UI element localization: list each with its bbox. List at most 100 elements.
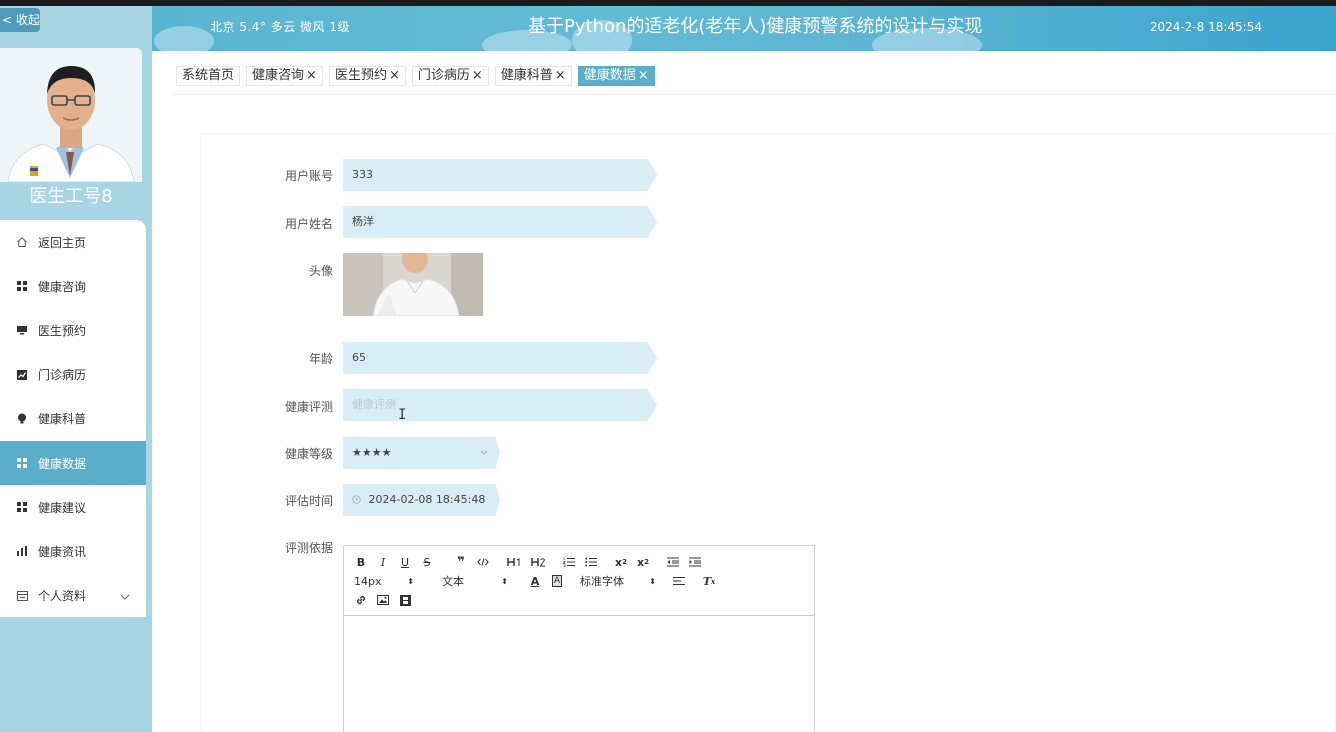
font-family-select[interactable]: 标准字体 ⬍ [580,573,656,589]
doctor-name: 医生工号8 [29,186,113,207]
image-icon[interactable] [376,592,390,608]
heading2-icon[interactable] [530,554,546,570]
sidebar-item-label: 返回主页 [38,235,87,250]
level-select[interactable]: ★★★★ [343,437,500,469]
eval-time-picker[interactable]: 2024-02-08 18:45:48 [343,484,500,516]
current-datetime: 2024-2-8 18:45:54 [1149,20,1262,34]
sidebar-menu: 返回主页 健康咨询 医生预约 门诊病历 健康科普 健康数据 健康建议 健康资讯 … [0,220,146,617]
eval-time-label: 评估时间 [284,494,333,508]
link-icon[interactable] [354,592,368,608]
font-family-value: 标准字体 [580,575,624,588]
basis-label: 评测依据 [284,541,333,555]
background-color-icon[interactable]: A [550,573,564,589]
sidebar-item-label: 健康咨询 [38,279,87,294]
chevron-down-icon [120,589,130,603]
tab-health-consult[interactable]: 健康咨询 × [246,66,323,86]
strike-icon[interactable]: S [420,554,434,570]
close-icon[interactable]: × [472,68,483,83]
sidebar-item-health-news[interactable]: 健康资讯 [0,529,146,573]
toolbar-row-1: B I U S ❞ x2 x 2 [354,554,702,570]
account-field[interactable]: 333 [343,159,657,191]
health-data-form: 用户账号 333 用户姓名 杨洋 头像 年龄 65 健康评测 健康评测 健康等级… [200,133,1336,732]
sidebar-item-health-data[interactable]: 健康数据 [0,440,146,486]
grid-icon [16,457,28,469]
editor-toolbar: B I U S ❞ x2 x 2 14px ⬍ 文本 ⬍ A A 标准字体 ⬍ … [344,546,814,616]
sidebar-item-home[interactable]: 返回主页 [0,220,146,264]
editor-content-area[interactable] [344,616,814,732]
chart-icon [16,369,28,381]
sidebar-item-label: 健康科普 [38,412,87,427]
underline-icon[interactable]: U [398,554,412,570]
user-photo[interactable] [343,253,483,316]
system-title: 基于Python的适老化(老年人)健康预警系统的设计与实现 [528,16,983,37]
rich-text-editor: B I U S ❞ x2 x 2 14px ⬍ 文本 ⬍ A A 标准字体 ⬍ … [343,545,815,732]
name-field[interactable]: 杨洋 [343,206,657,238]
superscript-icon[interactable]: x2 [636,554,650,570]
tab-label: 系统首页 [182,68,235,83]
sidebar-item-profile[interactable]: 个人资料 [0,574,146,618]
monitor-icon [16,324,28,336]
italic-icon[interactable]: I [376,554,390,570]
block-type-select[interactable]: 文本 ⬍ [442,573,508,589]
age-field[interactable]: 65 [343,342,657,374]
code-icon[interactable] [476,554,490,570]
font-size-select[interactable]: 14px ⬍ [354,573,414,589]
doctor-portrait-image [0,48,142,182]
sidebar-item-doctor-appointment[interactable]: 医生预约 [0,308,146,352]
block-type-value: 文本 [442,575,464,588]
close-icon[interactable]: × [306,68,317,83]
clear-format-icon[interactable]: Tx [702,573,716,589]
doctor-avatar [0,48,142,182]
sidebar-item-health-consult[interactable]: 健康咨询 [0,264,146,308]
close-icon[interactable]: × [638,68,649,83]
ordered-list-icon[interactable] [562,554,576,570]
level-label: 健康等级 [284,447,333,461]
user-photo-image [343,253,483,316]
tab-outpatient-records[interactable]: 门诊病历 × [411,66,489,86]
subscript-icon[interactable]: x2 [614,554,628,570]
chevron-down-icon [480,437,488,469]
tab-health-science[interactable]: 健康科普 × [494,66,572,86]
toolbar-row-3 [354,592,412,608]
weather-info: 北京 5.4° 多云 微风 1级 [210,20,350,34]
tab-home[interactable]: 系统首页 [176,66,241,86]
tab-label: 健康数据 [583,68,636,83]
quote-icon[interactable]: ❞ [454,554,468,570]
clock-icon [352,485,361,516]
top-header: 北京 5.4° 多云 微风 1级 基于Python的适老化(老年人)健康预警系统… [152,6,1336,51]
updown-icon: ⬍ [649,576,656,586]
account-label: 用户账号 [284,169,333,183]
collapse-sidebar-button[interactable]: < 收起 [0,8,40,32]
sidebar: < 收起 医生工号8 返回主页 健康咨询 医生预约 门诊病历 健康科普 健康数据… [0,6,152,732]
heading1-icon[interactable] [506,554,522,570]
tab-divider [172,94,1336,95]
assessment-label: 健康评测 [284,400,333,414]
align-left-icon[interactable] [672,573,686,589]
updown-icon: ⬍ [407,576,414,586]
cloud-decoration [154,26,214,51]
tab-label: 健康科普 [500,68,553,83]
font-size-value: 14px [354,574,382,588]
age-label: 年龄 [308,352,333,366]
indent-icon[interactable] [688,554,702,570]
assessment-field[interactable]: 健康评测 [343,389,657,421]
sidebar-item-label: 个人资料 [38,589,87,604]
sidebar-item-label: 医生预约 [38,323,87,338]
bullet-list-icon[interactable] [584,554,598,570]
eval-time-value: 2024-02-08 18:45:48 [368,493,486,506]
bold-icon[interactable]: B [354,554,368,570]
close-icon[interactable]: × [555,68,566,83]
tab-health-data[interactable]: 健康数据 × [577,66,655,86]
font-color-icon[interactable]: A [528,573,542,589]
outdent-icon[interactable] [666,554,680,570]
sidebar-item-label: 健康资讯 [38,544,87,559]
sidebar-item-health-science[interactable]: 健康科普 [0,397,146,441]
tab-label: 医生预约 [334,68,387,83]
tab-doctor-appointment[interactable]: 医生预约 × [328,66,406,86]
toolbar-row-2: 14px ⬍ 文本 ⬍ A A 标准字体 ⬍ T x [354,573,716,589]
sidebar-item-health-advice[interactable]: 健康建议 [0,485,146,529]
profile-icon [16,590,28,602]
sidebar-item-outpatient-records[interactable]: 门诊病历 [0,353,146,397]
video-icon[interactable] [398,592,412,608]
close-icon[interactable]: × [389,68,400,83]
